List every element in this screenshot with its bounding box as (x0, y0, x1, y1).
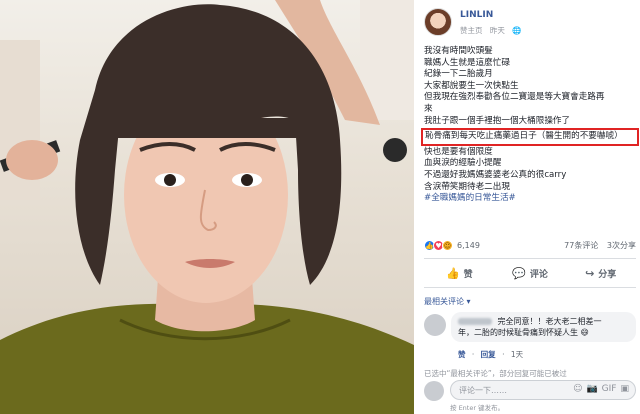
gif-icon[interactable]: GIF (602, 384, 617, 394)
camera-icon[interactable]: 📷 (586, 384, 597, 394)
post-line: 快也是要有個限度 (424, 146, 493, 157)
chevron-down-icon: ▾ (466, 297, 471, 306)
commenter-name-blurred[interactable] (458, 318, 492, 325)
author-name[interactable]: LINLIN (460, 10, 493, 20)
reaction-count: 6,149 (457, 241, 480, 250)
comment-count[interactable]: 77条评论 (564, 241, 598, 250)
sort-label: 最相关评论 (424, 297, 464, 306)
post-line: 我沒有時間吹頭髮 (424, 46, 493, 56)
more-comments-note: 已选中“最相关评论”，部分回复可能已被过 (424, 369, 567, 378)
post-panel: LINLIN 赞主页 昨天 🌐 我沒有時間吹頭髮 職媽人生就是這麼忙碌 紀錄一下… (414, 0, 640, 414)
comment-label: 评论 (529, 269, 548, 280)
comment-actions: 赞 · 回复 · 1天 (458, 350, 524, 359)
post-line: 職媽人生就是這麼忙碌 (424, 57, 510, 68)
comment-input[interactable]: 评论一下…… ☺ 📷 GIF ▣ (450, 380, 636, 400)
post-line: 來 (424, 103, 433, 114)
comment-bubble: 完全同意！！老大老二相差一 年，二胎的时候耻骨痛到怀疑人生 😄 (451, 312, 636, 342)
smile-emoji-icon: 😄 (580, 328, 589, 337)
like-label: 赞 (463, 269, 473, 280)
sticker-icon[interactable]: ▣ (620, 384, 629, 394)
like-button[interactable]: 👍 赞 (424, 259, 495, 287)
post-line: 我肚子跟一個手裡抱一個大桶限操作了 (424, 115, 571, 126)
post-line: 但我現在強烈奉勸各位二寶還是等大寶會走路再 (424, 92, 605, 103)
current-user-avatar (424, 381, 444, 401)
share-button[interactable]: ↪ 分享 (565, 259, 636, 287)
comment-reply-link[interactable]: 回复 (481, 350, 496, 359)
comment-text-b: 年，二胎的时候耻骨痛到怀疑人生 (458, 328, 578, 337)
commenter-avatar[interactable] (424, 314, 446, 336)
comment-icon: 💬 (512, 266, 526, 280)
post-line: 大家都說要生一次快點生 (424, 80, 519, 91)
stats-right: 77条评论 3次分享 (558, 240, 636, 251)
like-icon: 👍 (445, 266, 460, 280)
composer-hint: 按 Enter 键发布。 (450, 404, 505, 412)
comment-age[interactable]: 1天 (511, 350, 523, 359)
globe-icon: 🌐 (512, 26, 522, 35)
haha-reaction-icon: ☺ (442, 240, 453, 251)
author-avatar[interactable] (424, 8, 452, 36)
photo-illustration (0, 0, 414, 414)
comment-sort-dropdown[interactable]: 最相关评论 ▾ (424, 296, 471, 307)
post-stats: 👍 ♥ ☺ 6,149 77条评论 3次分享 (424, 240, 636, 254)
comment-button[interactable]: 💬 评论 (495, 259, 566, 287)
post-photo[interactable] (0, 0, 414, 414)
comment-like-link[interactable]: 赞 (458, 350, 466, 359)
share-count[interactable]: 3次分享 (607, 241, 636, 250)
post-line: 含淚帶笑期待老二出現 (424, 181, 510, 192)
comment-placeholder: 评论一下…… (459, 386, 507, 395)
emoji-icon[interactable]: ☺ (573, 384, 582, 394)
hashtag-link[interactable]: #全職媽媽的日常生活# (424, 193, 636, 205)
comment-composer: 评论一下…… ☺ 📷 GIF ▣ (424, 380, 636, 402)
share-icon: ↪ (585, 266, 595, 280)
facebook-post-viewer: LINLIN 赞主页 昨天 🌐 我沒有時間吹頭髮 職媽人生就是這麼忙碌 紀錄一下… (0, 0, 640, 414)
comment-text-a: 完全同意！！老大老二相差一 (497, 317, 602, 326)
highlighted-text: 恥骨痛到每天吃止痛藥過日子（醫生開的不要嚇唬） (421, 128, 639, 146)
like-page-link[interactable]: 赞主页 (460, 26, 483, 35)
reaction-summary[interactable]: 👍 ♥ ☺ 6,149 (424, 240, 480, 251)
post-line: 血與淚的經驗小提醒 (424, 158, 502, 169)
post-header: LINLIN 赞主页 昨天 🌐 (424, 8, 634, 40)
action-bar: 👍 赞 💬 评论 ↪ 分享 (424, 258, 636, 288)
share-label: 分享 (598, 269, 617, 280)
post-timestamp[interactable]: 昨天 (490, 26, 505, 35)
post-line: 紀錄一下二胎歲月 (424, 69, 493, 80)
post-body: 我沒有時間吹頭髮 職媽人生就是這麼忙碌 紀錄一下二胎歲月 大家都說要生一次快點生… (421, 46, 639, 205)
post-meta: 赞主页 昨天 🌐 (460, 25, 527, 36)
composer-icons: ☺ 📷 GIF ▣ (573, 384, 629, 394)
post-line: 不過還好我媽媽婆婆老公真的很carry (424, 169, 567, 180)
